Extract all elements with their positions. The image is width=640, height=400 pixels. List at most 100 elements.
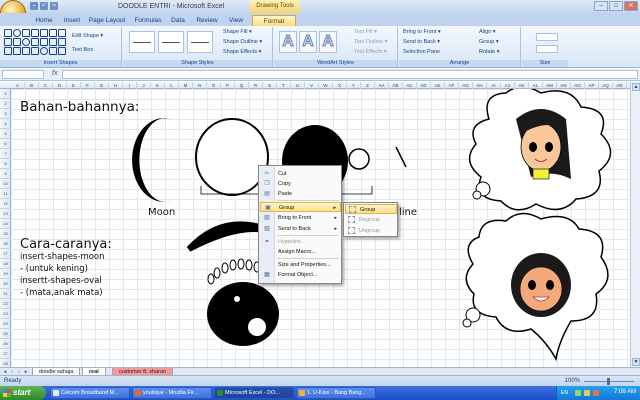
menu-item-bring-to-front[interactable]: ▧ Bring to Front ▸	[260, 213, 341, 223]
column-header[interactable]: AL	[529, 82, 543, 89]
column-header[interactable]: AQ	[599, 82, 613, 89]
column-header[interactable]: U	[291, 82, 305, 89]
eye-highlight-shape[interactable]	[248, 318, 266, 336]
column-header[interactable]: AO	[571, 82, 585, 89]
column-header[interactable]: AR	[613, 82, 627, 89]
zoom-level[interactable]: 100%	[565, 378, 580, 384]
menu-item-format-object[interactable]: ▦ Format Object...	[260, 270, 341, 280]
language-indicator[interactable]: EN	[561, 390, 568, 396]
shape-effects-button[interactable]: Shape Effects ▾	[223, 49, 261, 55]
wordart-style-2[interactable]: A	[299, 31, 317, 53]
menu-item-assign-macro[interactable]: Assign Macro...	[260, 247, 341, 257]
scroll-up-icon[interactable]: ▲	[632, 83, 640, 91]
volume-icon[interactable]	[584, 390, 590, 396]
worksheet-grid[interactable]: Bahan-bahannya: Moon line Cara-caranya: …	[11, 89, 630, 367]
column-header[interactable]: A	[11, 82, 25, 89]
column-header[interactable]: O	[207, 82, 221, 89]
wordart-style-1[interactable]: A	[279, 31, 297, 53]
start-button[interactable]: start	[0, 386, 46, 400]
shape-outline-button[interactable]: Shape Outline ▾	[223, 39, 262, 45]
menu-item-copy[interactable]: ❐ Copy	[260, 179, 341, 189]
row-header[interactable]: 19	[0, 269, 11, 279]
tab-format[interactable]: Format	[252, 15, 296, 26]
row-header[interactable]: 20	[0, 279, 11, 289]
row-header[interactable]: 11	[0, 189, 11, 199]
tab-formulas[interactable]: Formulas	[130, 15, 166, 26]
row-header[interactable]: 5	[0, 129, 11, 139]
network-icon[interactable]	[575, 390, 581, 396]
column-header[interactable]: Y	[347, 82, 361, 89]
row-header[interactable]: 26	[0, 339, 11, 349]
shape-height-input[interactable]	[536, 33, 558, 41]
row-header[interactable]: 18	[0, 259, 11, 269]
row-header[interactable]: 15	[0, 229, 11, 239]
text-outline-button[interactable]: Text Outline ▾	[354, 39, 387, 45]
eye-shape[interactable]	[207, 282, 279, 346]
hijab-face-shape[interactable]	[519, 266, 563, 312]
column-header[interactable]: D	[53, 82, 67, 89]
column-header[interactable]: AE	[431, 82, 445, 89]
column-header[interactable]: AM	[543, 82, 557, 89]
column-header[interactable]: AN	[557, 82, 571, 89]
column-header[interactable]: Q	[235, 82, 249, 89]
moon-shape[interactable]	[132, 118, 171, 202]
column-header[interactable]: AH	[473, 82, 487, 89]
submenu-item-group[interactable]: Group	[345, 204, 397, 214]
column-header[interactable]: AD	[417, 82, 431, 89]
tab-view[interactable]: View	[224, 15, 248, 26]
text-effects-button[interactable]: Text Effects ▾	[354, 49, 387, 55]
column-header[interactable]: S	[263, 82, 277, 89]
row-header[interactable]: 3	[0, 109, 11, 119]
scroll-down-icon[interactable]: ▼	[632, 358, 640, 366]
column-header[interactable]: G	[95, 82, 109, 89]
column-header[interactable]: M	[179, 82, 193, 89]
column-header[interactable]: AI	[487, 82, 501, 89]
row-header[interactable]: 27	[0, 349, 11, 359]
row-header[interactable]: 7	[0, 149, 11, 159]
name-box[interactable]	[2, 70, 44, 79]
formula-input[interactable]	[62, 70, 638, 79]
row-header[interactable]: 22	[0, 299, 11, 309]
column-header[interactable]: J	[137, 82, 151, 89]
send-to-back-button[interactable]: Send to Back ▾	[403, 39, 440, 45]
row-header[interactable]: 4	[0, 119, 11, 129]
tab-insert[interactable]: Insert	[58, 15, 86, 26]
column-header[interactable]: H	[109, 82, 123, 89]
row-header[interactable]: 14	[0, 219, 11, 229]
tab-home[interactable]: Home	[30, 15, 58, 26]
row-header[interactable]: 9	[0, 169, 11, 179]
row-header[interactable]: 16	[0, 239, 11, 249]
undo-icon[interactable]: ↶	[40, 2, 48, 10]
shape-width-input[interactable]	[536, 45, 558, 53]
wordart-style-3[interactable]: A	[319, 31, 337, 53]
column-header[interactable]: AP	[585, 82, 599, 89]
row-header[interactable]: 25	[0, 329, 11, 339]
menu-item-send-to-back[interactable]: ▨ Send to Back ▸	[260, 224, 341, 234]
menu-item-group[interactable]: ▣ Group ▸	[260, 202, 341, 212]
menu-item-hyperlink[interactable]: ⚭ Hyperlink...	[260, 237, 341, 247]
taskbar-item[interactable]: 1. U-Kiss - Bang Bang...	[296, 387, 376, 399]
maximize-button[interactable]: □	[609, 1, 623, 11]
group-button[interactable]: Group ▾	[479, 39, 499, 45]
shape-style-3[interactable]	[187, 31, 213, 53]
column-header[interactable]: AB	[389, 82, 403, 89]
column-header[interactable]: P	[221, 82, 235, 89]
menu-item-size-and-properties[interactable]: Size and Properties...	[260, 260, 341, 270]
column-header[interactable]: C	[39, 82, 53, 89]
column-header[interactable]: I	[123, 82, 137, 89]
column-header[interactable]: V	[305, 82, 319, 89]
line-shape[interactable]	[395, 146, 407, 168]
shape-fill-button[interactable]: Shape Fill ▾	[223, 29, 252, 35]
row-header[interactable]: 10	[0, 179, 11, 189]
security-icon[interactable]	[593, 390, 599, 396]
redo-icon[interactable]: ↷	[50, 2, 58, 10]
menu-item-cut[interactable]: ✂ Cut	[260, 169, 341, 179]
bring-to-front-button[interactable]: Bring to Front ▾	[403, 29, 441, 35]
column-header[interactable]: F	[81, 82, 95, 89]
shape-style-2[interactable]	[158, 31, 184, 53]
column-header[interactable]: E	[67, 82, 81, 89]
rotate-button[interactable]: Rotate ▾	[479, 49, 500, 55]
column-header[interactable]: K	[151, 82, 165, 89]
tab-review[interactable]: Review	[192, 15, 222, 26]
column-header[interactable]: AA	[375, 82, 389, 89]
